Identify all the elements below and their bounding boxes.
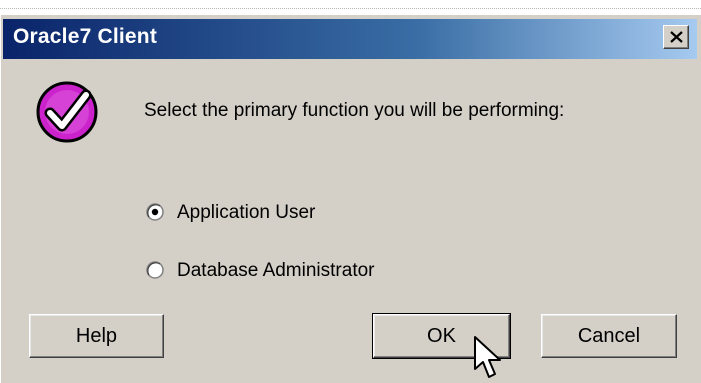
window-title: Oracle7 Client xyxy=(13,25,158,48)
background-strip xyxy=(0,0,701,10)
radio-application-user[interactable] xyxy=(146,203,164,221)
help-button[interactable]: Help xyxy=(29,314,164,358)
prompt-text: Select the primary function you will be … xyxy=(144,100,565,121)
radio-database-administrator[interactable] xyxy=(146,261,164,279)
cancel-button[interactable]: Cancel xyxy=(541,314,677,358)
checkmark-icon xyxy=(36,81,98,143)
title-bar[interactable]: Oracle7 Client xyxy=(3,19,697,59)
mouse-pointer-icon xyxy=(474,336,501,378)
option-label-database-administrator[interactable]: Database Administrator xyxy=(177,260,375,282)
option-label-application-user[interactable]: Application User xyxy=(177,202,315,224)
close-x-icon xyxy=(670,31,683,43)
close-button[interactable] xyxy=(663,25,689,49)
oracle-client-dialog: Oracle7 Client Select the primary functi… xyxy=(0,14,701,383)
